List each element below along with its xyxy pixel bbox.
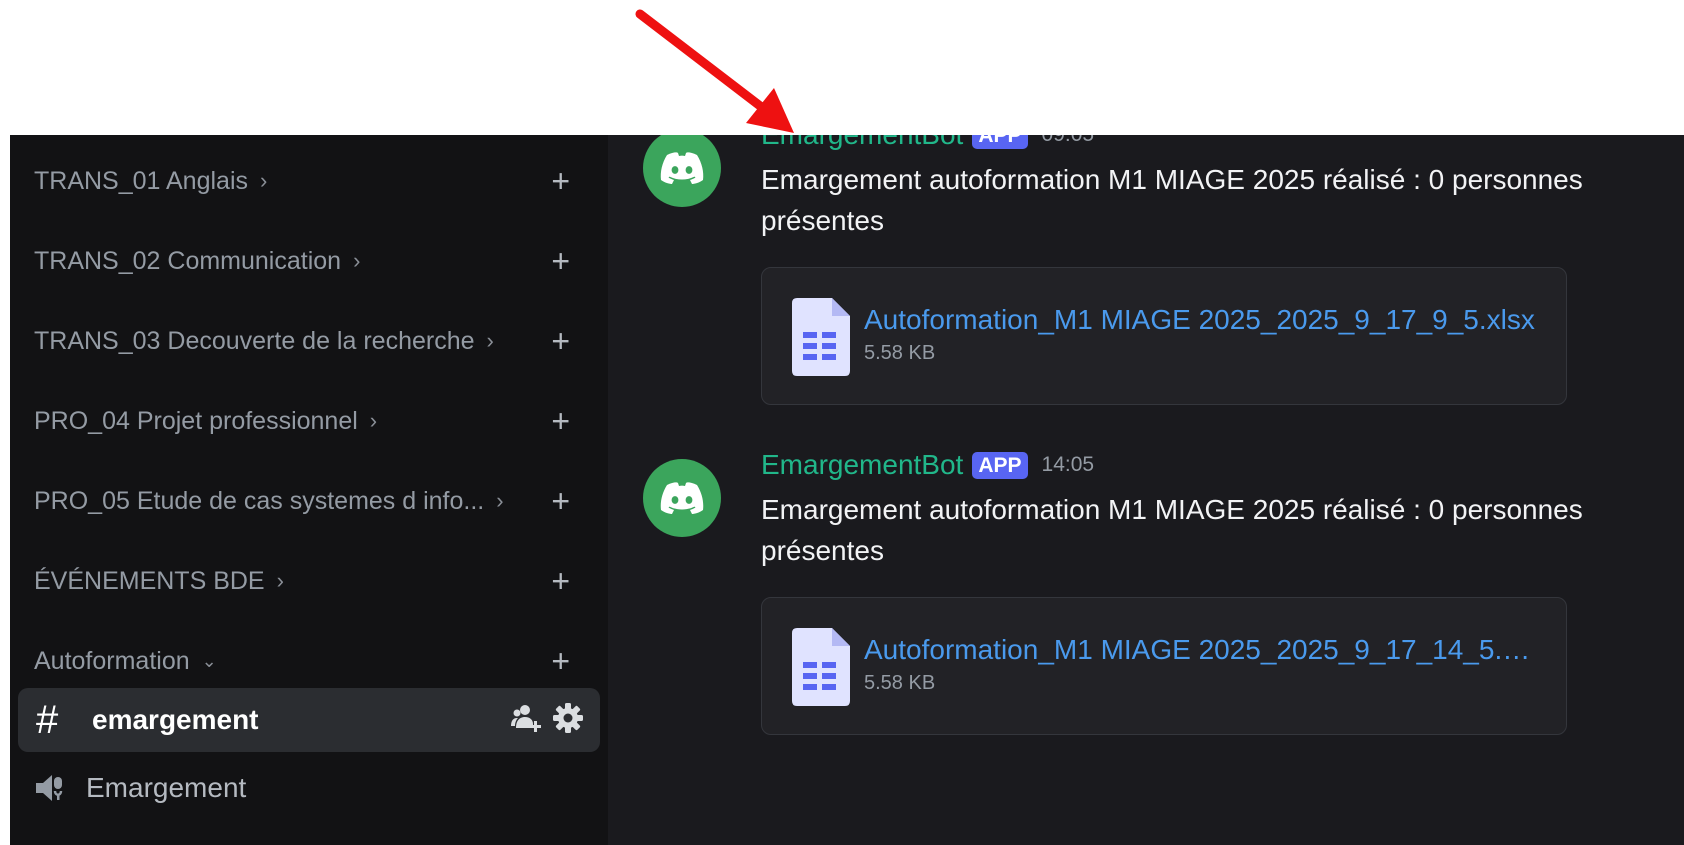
channel-sidebar: TRANS_01 Anglais › + TRANS_02 Communicat… [10,135,608,845]
category-label: ÉVÉNEMENTS BDE [34,566,265,595]
chevron-right-icon: › [260,168,268,193]
voice-channel-emargement[interactable]: Emargement [34,760,246,816]
attachment-size: 5.58 KB [864,672,936,694]
add-channel-icon[interactable]: + [551,163,570,199]
file-attachment: Autoformation_M1 MIAGE 2025_2025_9_17_9_… [761,267,1567,405]
add-channel-icon[interactable]: + [551,323,570,359]
author-name[interactable]: EmargementBot [761,449,963,481]
app-badge: APP [972,135,1028,149]
chevron-right-icon: › [496,488,504,513]
message-text: Emargement autoformation M1 MIAGE 2025 r… [761,494,1583,566]
message-body: EmargementBot APP 14:05 Emargement autof… [761,449,1684,735]
chat-area: EmargementBot APP 09:05 Emargement autof… [608,135,1684,845]
add-channel-icon[interactable]: + [551,563,570,599]
voice-channel-name: Emargement [86,772,247,803]
category-label: TRANS_02 Communication [34,246,342,275]
category-label: PRO_05 Etude de cas systemes d info... [34,486,485,515]
discord-logo-icon [660,152,704,184]
channel-name: emargement [92,704,259,735]
file-attachment: Autoformation_M1 MIAGE 2025_2025_9_17_14… [761,597,1567,735]
add-channel-icon[interactable]: + [551,643,570,679]
category-autoformation[interactable]: Autoformation ⌄ + [34,641,584,681]
category-trans-01[interactable]: TRANS_01 Anglais › + [34,161,584,201]
timestamp: 09:05 [1042,135,1095,147]
message-text: Emargement autoformation M1 MIAGE 2025 r… [761,164,1583,236]
chevron-right-icon: › [276,568,284,593]
category-label: PRO_04 Projet professionnel [34,406,358,435]
timestamp: 14:05 [1041,453,1095,476]
bot-avatar[interactable] [643,459,721,537]
category-label: Autoformation [34,646,190,675]
speaker-icon [36,775,63,801]
category-pro-05[interactable]: PRO_05 Etude de cas systemes d info... ›… [34,481,570,521]
chevron-right-icon: › [369,408,378,433]
add-channel-icon[interactable]: + [551,483,570,519]
chevron-down-icon: ⌄ [201,650,217,671]
screenshot-stage: TRANS_01 Anglais › + TRANS_02 Communicat… [0,0,1684,845]
bot-avatar[interactable] [643,135,721,207]
spreadsheet-file-icon [792,298,850,376]
message-header: EmargementBot APP 14:05 [761,449,1684,481]
app-badge: APP [972,451,1028,479]
gear-icon[interactable] [552,702,584,734]
channel-emargement[interactable]: # emargement [18,688,600,752]
attachment-link[interactable]: Autoformation_M1 MIAGE 2025_2025_9_17_9_… [864,304,1535,336]
category-label: TRANS_03 Decouverte de la recherche [34,326,475,355]
message-body: EmargementBot APP 09:05 Emargement autof… [761,135,1684,405]
add-channel-icon[interactable]: + [551,403,570,439]
author-name[interactable]: EmargementBot [761,135,963,151]
chevron-right-icon: › [486,328,494,353]
attachment-link[interactable]: Autoformation_M1 MIAGE 2025_2025_9_17_14… [864,634,1536,666]
add-channel-icon[interactable]: + [551,243,570,279]
category-label: TRANS_01 Anglais [34,166,249,195]
add-member-icon[interactable] [510,702,542,734]
chevron-right-icon: › [353,248,361,273]
message-header: EmargementBot APP 09:05 [761,135,1684,151]
category-trans-03[interactable]: TRANS_03 Decouverte de la recherche › + [34,321,570,361]
channel-actions [510,702,584,734]
discord-logo-icon [660,482,704,514]
attachment-size: 5.58 KB [864,342,936,364]
category-trans-02[interactable]: TRANS_02 Communication › + [34,241,584,281]
discord-window: TRANS_01 Anglais › + TRANS_02 Communicat… [10,135,1684,845]
category-evenements-bde[interactable]: ÉVÉNEMENTS BDE › + [34,561,584,601]
category-pro-04[interactable]: PRO_04 Projet professionnel › + [34,401,584,441]
spreadsheet-file-icon [792,628,850,706]
hash-icon: # [36,698,59,742]
